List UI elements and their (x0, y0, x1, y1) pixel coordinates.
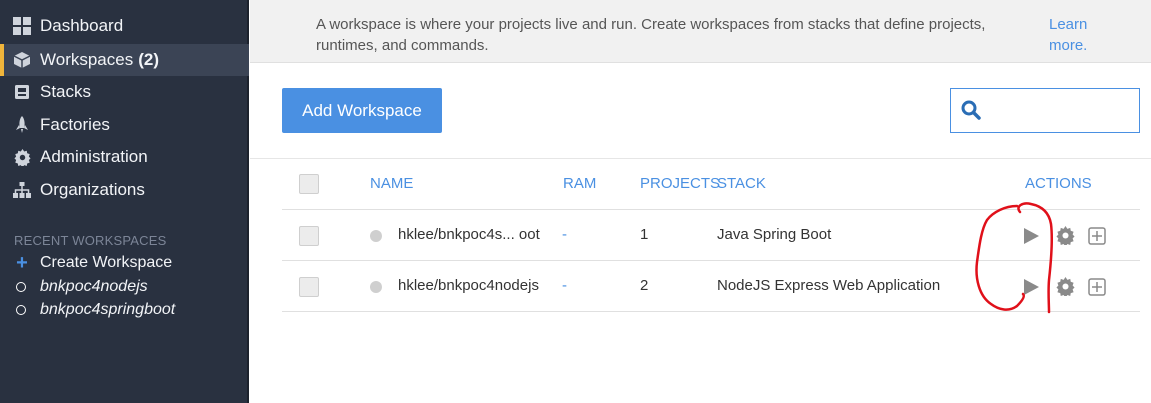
stack-icon (13, 83, 31, 101)
sidebar-item-dashboard[interactable]: Dashboard (0, 10, 249, 42)
stack-name: Java Spring Boot (717, 226, 832, 243)
expand-icon[interactable] (1088, 278, 1106, 301)
column-header-projects[interactable]: PROJECTS (640, 175, 720, 192)
sidebar-item-label: Organizations (40, 180, 145, 199)
column-header-actions: ACTIONS (1025, 175, 1092, 192)
recent-workspace-label: bnkpoc4nodejs (40, 278, 148, 295)
cube-icon (13, 51, 31, 69)
recent-workspace-label: bnkpoc4springboot (40, 301, 176, 318)
rocket-icon (13, 116, 31, 134)
row-checkbox[interactable] (299, 226, 319, 246)
sidebar-item-label: Factories (40, 115, 110, 134)
projects-count: 1 (640, 226, 649, 243)
status-dot (370, 230, 382, 242)
stack-name: NodeJS Express Web Application (717, 277, 941, 294)
sidebar: Dashboard Workspaces (2) Stacks Factorie… (0, 0, 249, 403)
ram-value: - (562, 277, 567, 294)
row-checkbox[interactable] (299, 277, 319, 297)
expand-icon[interactable] (1088, 227, 1106, 250)
column-header-name[interactable]: NAME (370, 175, 413, 192)
workspace-name[interactable]: hklee/bnkpoc4nodejs (398, 277, 539, 294)
column-header-stack[interactable]: STACK (717, 175, 766, 192)
recent-workspace-item[interactable]: bnkpoc4nodejs (14, 276, 148, 298)
sidebar-item-stacks[interactable]: Stacks (0, 76, 249, 108)
workspace-name[interactable]: hklee/bnkpoc4s... oot (398, 226, 540, 243)
sitemap-icon (13, 181, 31, 199)
projects-count: 2 (640, 277, 649, 294)
info-text: A workspace is where your projects live … (316, 16, 986, 54)
learn-more-link[interactable]: Learn more. (1049, 14, 1109, 56)
column-header-ram[interactable]: RAM (563, 175, 596, 192)
divider (250, 158, 1151, 159)
search-box[interactable] (950, 88, 1140, 133)
recent-workspaces-heading: RECENT WORKSPACES (14, 233, 167, 248)
ram-value: - (562, 226, 567, 243)
select-all-checkbox[interactable] (299, 174, 319, 194)
sidebar-item-workspaces[interactable]: Workspaces (2) (0, 44, 249, 76)
annotation-circle (975, 202, 1054, 314)
search-icon (961, 100, 981, 125)
recent-workspace-item[interactable]: bnkpoc4springboot (14, 299, 175, 321)
add-workspace-button[interactable]: Add Workspace (282, 88, 442, 133)
circle-icon (16, 305, 26, 315)
sidebar-item-administration[interactable]: Administration (0, 141, 249, 173)
sidebar-item-label: Workspaces (40, 50, 134, 69)
gear-icon (13, 148, 31, 166)
create-workspace-label: Create Workspace (40, 254, 173, 271)
sidebar-item-label: Stacks (40, 82, 92, 101)
search-input[interactable] (991, 95, 1135, 127)
workspace-count-badge: (2) (138, 50, 159, 69)
create-workspace-link[interactable]: + Create Workspace (14, 252, 172, 274)
sidebar-item-factories[interactable]: Factories (0, 109, 249, 141)
sidebar-item-label: Dashboard (40, 16, 124, 35)
dashboard-icon (13, 17, 31, 35)
info-banner: A workspace is where your projects live … (250, 0, 1151, 63)
sidebar-item-organizations[interactable]: Organizations (0, 174, 249, 206)
status-dot (370, 281, 382, 293)
circle-icon (16, 282, 26, 292)
sidebar-item-label: Administration (40, 147, 148, 166)
plus-icon: + (16, 252, 28, 274)
